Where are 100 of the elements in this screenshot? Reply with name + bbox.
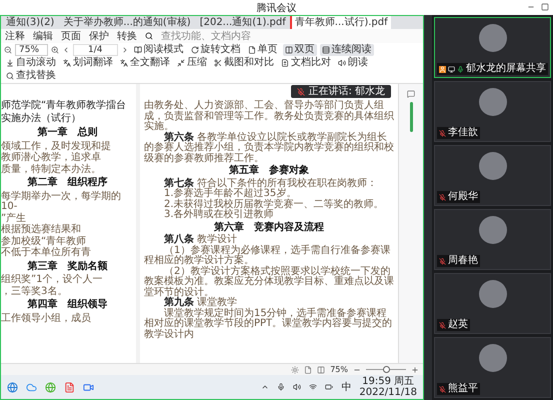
scroll-down-icon [6, 59, 14, 67]
participant-name: 何殿华 [448, 191, 478, 203]
paragraph: 课堂教学规定时间为15分钟，选手需准备参赛课程相对应的课堂教学节段的PPT。课堂教学内容要与提交的教学设计内 [144, 308, 394, 340]
menu-item[interactable]: 页面 [61, 29, 81, 43]
globe-icon [7, 382, 18, 392]
document-title: 实施办法（试行） [1, 113, 82, 125]
input-method-indicator[interactable]: 中 [341, 380, 352, 394]
page-field[interactable]: 1/4 [73, 44, 118, 56]
scissors-icon [214, 59, 222, 67]
toolbar-button[interactable]: 截图和对比 [212, 57, 276, 69]
paragraph: （2）教学设计方案格式按照要求以学校统一下发的教案模板为准。教案应充分体现教学目标、重难点以及课堂环节的设计。 [144, 266, 394, 298]
participant-tile[interactable]: 赵英 [434, 273, 551, 334]
paragraph: 2.未获得过我校历届教学竞赛一、二等奖的教师。 [163, 200, 385, 210]
translate-icon [63, 59, 71, 67]
avatar-placeholder [478, 344, 506, 372]
participant-name: 郁水龙的屏幕共享 [466, 63, 546, 75]
paragraph: 由教务处、人力资源部、工会、督导办等部门负责人组成，负责监督和管理等工作。教务处负责竞赛的具体组织实施。 [144, 101, 394, 132]
zoom-level: 75% [330, 365, 348, 374]
monitor-icon [448, 66, 455, 72]
body-text: 领域工作，及时发现和提 [1, 142, 112, 152]
battery-icon [325, 383, 334, 391]
book-icon [134, 46, 142, 54]
columns-icon [284, 46, 292, 54]
speaker-icon [338, 59, 346, 67]
body-text: ”产生 [1, 214, 28, 224]
body-text: 不低于本单位所有青 [1, 248, 92, 258]
zoom-in-icon [51, 46, 60, 54]
body-text: 每学期举办一次，每学期的10- [1, 192, 122, 212]
scrollbar[interactable] [410, 102, 412, 132]
search-icon [145, 32, 153, 40]
clock[interactable]: 19:59 周五 2022/11/18 [359, 376, 417, 398]
body-text: 工作领导小组，成员 [1, 314, 92, 324]
menu-item[interactable]: 保护 [89, 29, 109, 43]
document-title: 师范学院“青年教师教学擂台 [1, 100, 128, 112]
chapter-heading: 第五章 参赛对象 [228, 166, 310, 176]
participant-tile[interactable]: 何殿华 [434, 145, 551, 206]
mic-icon [277, 383, 286, 391]
participant-tile[interactable]: 熊益平 [434, 337, 551, 398]
file-compare-icon [281, 59, 289, 67]
toolbar-button[interactable]: 单页 [246, 44, 280, 56]
toolbar-button[interactable]: 阅读模式 [132, 44, 186, 56]
toolbar-button[interactable]: 自动滚动 [4, 57, 58, 69]
participant-name: 赵英 [448, 319, 468, 331]
zoom-out-icon [4, 46, 12, 54]
toolbar-button[interactable]: 朗读 [336, 57, 370, 69]
menu-item[interactable]: 注释 [5, 29, 25, 43]
toolbar-button[interactable]: 全文翻译 [118, 57, 172, 69]
avatar-placeholder [478, 216, 506, 244]
browser-tab[interactable]: [202...通知(1).pdf [194, 16, 289, 29]
participant-name: 李佳歆 [448, 127, 478, 139]
translate-icon [120, 59, 128, 67]
chapter-heading: 第六章 竞赛内容及流程 [213, 222, 325, 233]
participant-name: 熊益平 [448, 383, 478, 395]
participant-tile[interactable]: 周春艳 [434, 209, 551, 270]
paragraph: 第七条 符合以下条件的所有我校在职在岗教师： [163, 178, 378, 188]
maximize-icon [541, 3, 549, 11]
window-title: 腾讯会议 [256, 2, 296, 14]
menu-item[interactable]: 转换 [117, 29, 137, 43]
paragraph: 第八条 教学设计 [163, 235, 238, 245]
body-text: 教师潜心教学，追求卓 [1, 153, 102, 164]
search-icon [6, 72, 14, 80]
slider-thumb[interactable] [383, 366, 390, 373]
participant-tile[interactable]: 郁水龙的屏幕共享 [434, 17, 551, 78]
cloud-icon [26, 382, 37, 392]
body-text: ，三等奖3名。 [1, 286, 68, 297]
paragraph: 第六条 各教学单位设立以院长或教学副院长为组长的参赛人选推荐小组，负责本学院内教学竞赛的组织和校级赛的参赛教师推荐工作。 [144, 132, 394, 164]
chapter-heading: 第二章 组织程序 [26, 178, 108, 188]
rows-icon [322, 46, 330, 54]
body-text: 质量，特制定本办法。 [1, 164, 102, 175]
browser-tab[interactable]: 关于举办教师...的通知(审核) [58, 16, 194, 29]
toolbar-button[interactable]: 压缩 [175, 57, 209, 69]
browser-tab[interactable]: 通知(3)(2) [1, 16, 58, 29]
chapter-heading: 第四章 组织领导 [26, 300, 108, 310]
globe-icon [45, 382, 56, 392]
zoom-field[interactable]: 75% [15, 44, 48, 56]
compress-icon [177, 59, 185, 67]
chapter-heading: 第三章 奖励名额 [26, 262, 108, 272]
avatar-placeholder [478, 88, 506, 116]
plus-icon [411, 366, 419, 374]
avatar-placeholder [478, 152, 506, 180]
toolbar-button[interactable]: 划词翻译 [61, 57, 115, 69]
rotate-icon [190, 46, 198, 54]
chapter-heading: 第一章 总则 [36, 128, 98, 138]
wifi-icon [309, 383, 318, 391]
toolbar-button[interactable]: 文档比对 [279, 57, 333, 69]
participant-tile[interactable]: 李佳歆 [434, 81, 551, 142]
menu-item[interactable]: 编辑 [33, 29, 53, 43]
browser-tab[interactable]: 青年教师...试行).pdf [290, 16, 391, 29]
toolbar-button[interactable]: 连续阅读 [320, 44, 374, 56]
paragraph: （1）参赛课程为必修课程，选手需自行准备参赛课程相应的教学设计方案。 [144, 246, 392, 266]
toolbar-button[interactable]: 旋转文档 [188, 44, 242, 56]
comment-icon [407, 90, 415, 98]
body-text: 参加校级“青年教师 [1, 236, 88, 246]
toolbar-button[interactable]: 查找替换 [4, 70, 58, 82]
columns-icon [317, 366, 326, 374]
page-icon [248, 46, 256, 54]
toolbar-button[interactable]: 双页 [282, 44, 316, 56]
sun-icon [291, 366, 300, 374]
search-field[interactable]: 查找功能、文档内容 [161, 30, 271, 42]
paragraph: 第九条 课堂教学 [163, 298, 238, 308]
